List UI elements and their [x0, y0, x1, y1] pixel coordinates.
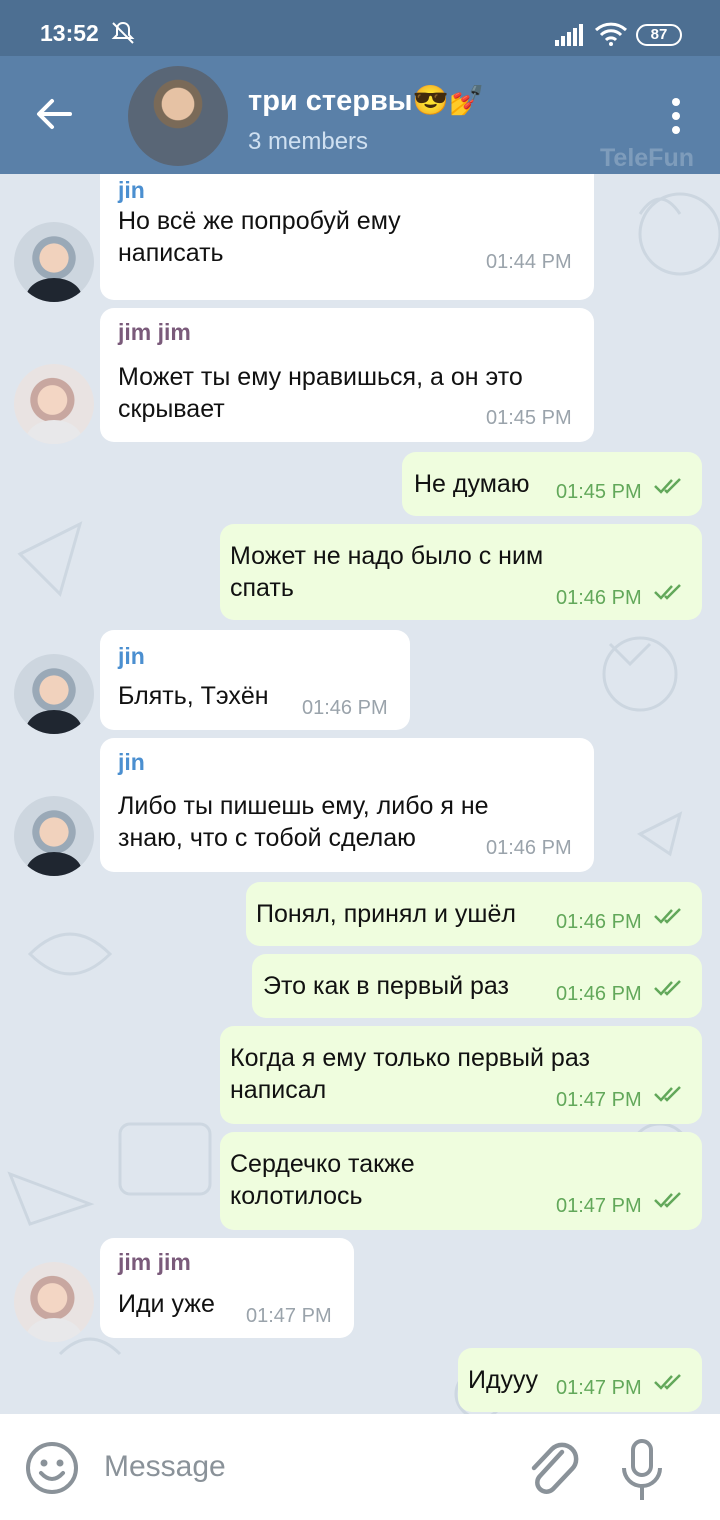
message-text: Сердечко также — [230, 1150, 415, 1178]
watermark: TeleFun — [600, 144, 694, 172]
sender-name[interactable]: jin — [118, 640, 145, 672]
message-bubble[interactable]: Это как в первый раз 01:46 PM — [252, 954, 702, 1018]
read-check-icon — [654, 584, 681, 600]
message-text: написать — [118, 239, 224, 267]
read-check-icon — [654, 980, 681, 996]
message-time: 01:46 PM — [556, 587, 642, 609]
message-text: Иди уже — [118, 1290, 215, 1318]
sender-avatar-jimjim[interactable] — [14, 1262, 94, 1342]
message-bubble[interactable]: Идууу 01:47 PM — [458, 1348, 702, 1412]
sender-avatar-jin[interactable] — [14, 654, 94, 734]
message-text: знаю, что с тобой сделаю — [118, 824, 416, 852]
message-time: 01:46 PM — [302, 697, 388, 719]
attach-icon[interactable] — [526, 1438, 580, 1500]
message-text: Может ты ему нравишься, а он это — [118, 363, 523, 391]
read-check-icon — [654, 1192, 681, 1208]
message-time: 01:44 PM — [486, 251, 572, 273]
read-check-icon — [654, 478, 681, 494]
message-bubble[interactable]: Может не надо было с ним спать 01:46 PM — [220, 524, 702, 620]
message-text: Блять, Тэхён — [118, 682, 269, 710]
battery-icon: 87 — [636, 24, 682, 46]
sender-avatar-jin[interactable] — [14, 222, 94, 302]
signal-icon — [555, 24, 583, 46]
chat-header: три стервы😎💅 3 members TeleFun — [0, 56, 720, 174]
message-time: 01:46 PM — [486, 837, 572, 859]
message-time: 01:47 PM — [556, 1377, 642, 1399]
message-text: Идууу — [468, 1366, 539, 1394]
message-bubble[interactable]: jin Блять, Тэхён 01:46 PM — [100, 630, 410, 730]
read-check-icon — [654, 1374, 681, 1390]
message-text: Понял, принял и ушёл — [256, 900, 516, 928]
message-input[interactable]: Message — [104, 1450, 226, 1484]
sender-name[interactable]: jim jim — [118, 1246, 191, 1278]
message-text: Когда я ему только первый раз — [230, 1044, 590, 1072]
message-bubble[interactable]: Понял, принял и ушёл 01:46 PM — [246, 882, 702, 946]
sender-avatar-jimjim[interactable] — [14, 364, 94, 444]
message-bubble[interactable]: Не думаю 01:45 PM — [402, 452, 702, 516]
emoji-icon[interactable] — [24, 1440, 80, 1496]
message-text: Может не надо было с ним — [230, 542, 544, 570]
message-text: спать — [230, 574, 294, 602]
wifi-icon — [594, 22, 628, 46]
message-bubble[interactable]: Сердечко также колотилось 01:47 PM — [220, 1132, 702, 1230]
message-time: 01:47 PM — [246, 1305, 332, 1327]
group-avatar[interactable] — [128, 66, 228, 166]
message-composer: Message — [0, 1414, 720, 1520]
message-bubble[interactable]: Когда я ему только первый раз написал 01… — [220, 1026, 702, 1124]
message-time: 01:47 PM — [556, 1195, 642, 1217]
read-check-icon — [654, 908, 681, 924]
message-bubble[interactable]: jin Либо ты пишешь ему, либо я не знаю, … — [100, 738, 594, 872]
sender-name[interactable]: jin — [118, 174, 145, 206]
message-text: Либо ты пишешь ему, либо я не — [118, 792, 489, 820]
sender-name[interactable]: jin — [118, 746, 145, 778]
message-bubble[interactable]: jim jim Иди уже 01:47 PM — [100, 1238, 354, 1338]
message-list[interactable]: jin Но всё же попробуй ему написать 01:4… — [0, 174, 720, 1414]
read-check-icon — [654, 1086, 681, 1102]
message-text: Не думаю — [414, 470, 530, 498]
more-vert-icon[interactable] — [664, 96, 688, 136]
message-time: 01:45 PM — [486, 407, 572, 429]
message-text: колотилось — [230, 1182, 363, 1210]
sender-avatar-jin[interactable] — [14, 796, 94, 876]
chat-title[interactable]: три стервы😎💅 — [248, 84, 485, 118]
message-time: 01:46 PM — [556, 911, 642, 933]
message-bubble[interactable]: jin Но всё же попробуй ему написать 01:4… — [100, 174, 594, 300]
message-text: скрывает — [118, 395, 225, 423]
message-text: Но всё же попробуй ему — [118, 207, 401, 235]
message-time: 01:45 PM — [556, 481, 642, 503]
message-text: Это как в первый раз — [263, 972, 509, 1000]
message-bubble[interactable]: jim jim Может ты ему нравишься, а он это… — [100, 308, 594, 442]
sender-name[interactable]: jim jim — [118, 316, 191, 348]
mic-icon[interactable] — [620, 1438, 664, 1504]
message-text: написал — [230, 1076, 327, 1104]
message-time: 01:46 PM — [556, 983, 642, 1005]
back-arrow-icon[interactable] — [34, 94, 74, 134]
members-count: 3 members — [248, 128, 369, 155]
status-time: 13:52 — [40, 20, 99, 46]
mute-bell-icon — [111, 21, 135, 44]
status-bar: 13:52 87 — [0, 0, 720, 56]
message-time: 01:47 PM — [556, 1089, 642, 1111]
